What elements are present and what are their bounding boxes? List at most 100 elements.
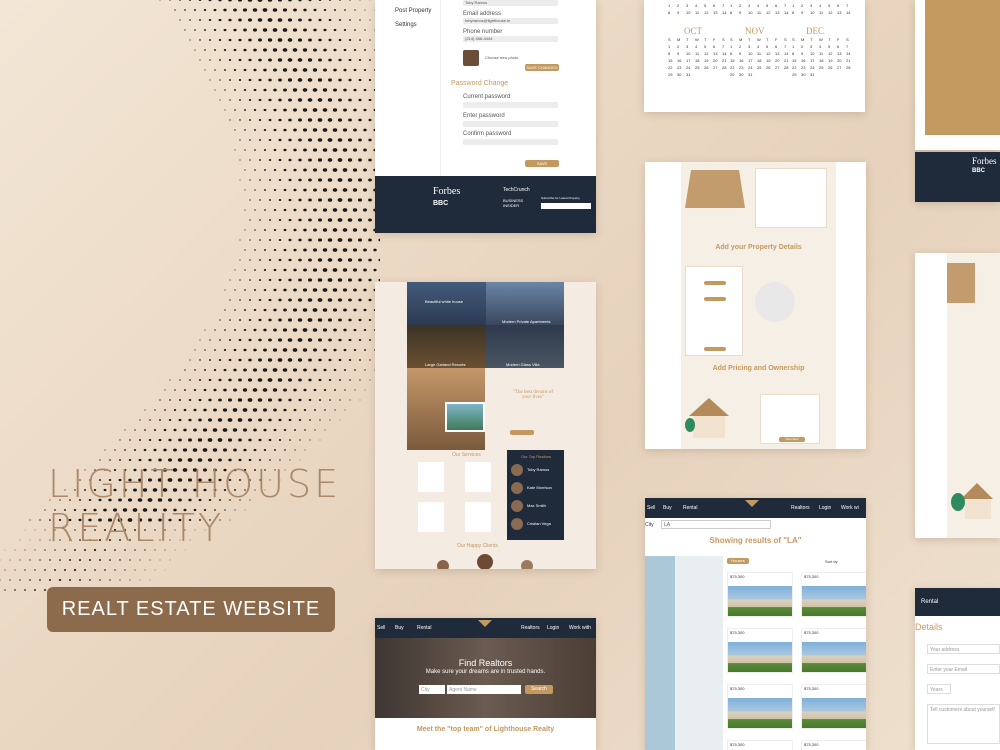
nav-work-with[interactable]: Work with — [569, 625, 591, 631]
next-step-button[interactable]: Next Step — [779, 437, 805, 442]
calendar-day[interactable]: 21 — [722, 58, 729, 63]
calendar-day[interactable]: 5 — [704, 44, 711, 49]
calendar-day[interactable]: 10 — [686, 10, 693, 15]
calendar-day[interactable]: 10 — [686, 51, 693, 56]
calendar-day[interactable] — [757, 72, 764, 77]
calendar-day[interactable]: 8 — [730, 10, 737, 15]
calendar-day[interactable]: 14 — [722, 10, 729, 15]
calendar-day[interactable]: 6 — [775, 3, 782, 8]
calendar-day[interactable]: 29 — [730, 72, 737, 77]
calendar-day[interactable] — [819, 72, 826, 77]
tile-white-house[interactable]: Beautiful white house — [407, 282, 486, 325]
calendar-day[interactable]: 26 — [704, 65, 711, 70]
calendar-day[interactable]: 18 — [695, 58, 702, 63]
calendar-day[interactable]: 8 — [792, 51, 799, 56]
calendar-day[interactable]: 10 — [748, 51, 755, 56]
enter-password-field[interactable] — [463, 121, 558, 127]
calendar-day[interactable] — [713, 72, 720, 77]
calendar-day[interactable]: 4 — [695, 3, 702, 8]
calendar-day[interactable]: 4 — [757, 44, 764, 49]
sidebar-item-settings[interactable]: Settings — [395, 22, 417, 28]
calendar-day[interactable] — [766, 72, 773, 77]
calendar-day[interactable]: 2 — [739, 3, 746, 8]
calendar-day[interactable]: 19 — [766, 58, 773, 63]
calendar-day[interactable]: 7 — [784, 44, 791, 49]
calendar-day[interactable]: 1 — [668, 44, 675, 49]
calendar-day[interactable]: 20 — [775, 58, 782, 63]
service-card[interactable] — [418, 502, 444, 532]
calendar-day[interactable]: 28 — [722, 65, 729, 70]
calendar-day[interactable]: 29 — [668, 72, 675, 77]
calendar-day[interactable]: 11 — [819, 10, 826, 15]
property-card[interactable]: $75,300 — [727, 684, 793, 729]
calendar-day[interactable]: 3 — [810, 3, 817, 8]
calendar-day[interactable]: 17 — [686, 58, 693, 63]
calendar-day[interactable]: 12 — [828, 51, 835, 56]
address-input[interactable]: Your address — [927, 644, 1000, 654]
calendar-day[interactable]: 13 — [837, 51, 844, 56]
calendar-day[interactable]: 5 — [766, 3, 773, 8]
email-input[interactable]: Enter your Email — [927, 664, 1000, 674]
nav-login[interactable]: Login — [547, 625, 559, 631]
realtor-row[interactable]: Cristian Vega — [511, 518, 561, 532]
calendar-day[interactable]: 15 — [730, 58, 737, 63]
calendar-day[interactable]: 12 — [828, 10, 835, 15]
calendar-day[interactable]: 8 — [792, 10, 799, 15]
calendar-day[interactable]: 28 — [784, 65, 791, 70]
property-card[interactable]: $75,300 — [727, 740, 793, 750]
calendar-day[interactable]: 10 — [748, 10, 755, 15]
calendar-day[interactable] — [695, 72, 702, 77]
calendar-day[interactable]: 31 — [686, 72, 693, 77]
calendar-day[interactable]: 13 — [713, 10, 720, 15]
calendar-day[interactable]: 8 — [668, 10, 675, 15]
calendar-day[interactable]: 6 — [713, 3, 720, 8]
calendar-day[interactable]: 23 — [801, 65, 808, 70]
calendar-day[interactable]: 16 — [801, 58, 808, 63]
calendar-day[interactable] — [775, 72, 782, 77]
calendar-day[interactable]: 28 — [846, 65, 853, 70]
sort-by[interactable]: Sort by — [825, 559, 838, 564]
nav-realtors[interactable]: Realtors — [791, 505, 810, 511]
property-card[interactable]: $75,300 — [801, 740, 866, 750]
calendar-day[interactable]: 21 — [784, 58, 791, 63]
calendar-day[interactable]: 11 — [757, 51, 764, 56]
calendar-day[interactable]: 24 — [810, 65, 817, 70]
nav-realtors[interactable]: Realtors — [521, 625, 540, 631]
subscribe-input[interactable] — [541, 203, 591, 209]
calendar-day[interactable]: 17 — [748, 58, 755, 63]
calendar-day[interactable]: 6 — [713, 44, 720, 49]
choose-photo-link[interactable]: Choose new photo — [485, 55, 518, 60]
calendar-day[interactable]: 19 — [828, 58, 835, 63]
calendar-day[interactable]: 13 — [837, 10, 844, 15]
calendar-day[interactable]: 18 — [757, 58, 764, 63]
calendar-day[interactable]: 3 — [748, 3, 755, 8]
calendar-day[interactable]: 16 — [739, 58, 746, 63]
calendar-day[interactable]: 1 — [730, 44, 737, 49]
name-field[interactable]: Toby Ramos — [463, 0, 558, 6]
property-card[interactable]: $75,300 — [801, 628, 866, 673]
calendar-day[interactable]: 7 — [846, 44, 853, 49]
calendar-day[interactable]: 3 — [748, 44, 755, 49]
about-textarea[interactable]: Tell customers about yourself — [927, 704, 1000, 744]
calendar-day[interactable]: 3 — [686, 3, 693, 8]
calendar-day[interactable]: 11 — [695, 51, 702, 56]
calendar-day[interactable]: 9 — [801, 10, 808, 15]
property-card[interactable]: $75,300 — [727, 628, 793, 673]
calendar-day[interactable]: 27 — [775, 65, 782, 70]
calendar-day[interactable]: 23 — [739, 65, 746, 70]
calendar-day[interactable]: 5 — [766, 44, 773, 49]
calendar-day[interactable]: 9 — [801, 51, 808, 56]
calendar-day[interactable]: 25 — [757, 65, 764, 70]
lighthouse-logo-icon[interactable] — [478, 620, 492, 627]
calendar-day[interactable]: 22 — [792, 65, 799, 70]
calendar-day[interactable]: 14 — [722, 51, 729, 56]
calendar-day[interactable]: 4 — [819, 44, 826, 49]
calendar-day[interactable]: 20 — [837, 58, 844, 63]
calendar-day[interactable]: 5 — [704, 3, 711, 8]
tile-private-apartments[interactable]: Modern Private Apartments — [486, 282, 564, 325]
nav-rental[interactable]: Rental — [417, 625, 431, 631]
calendar-day[interactable]: 1 — [792, 3, 799, 8]
calendar-day[interactable]: 20 — [713, 58, 720, 63]
calendar-day[interactable]: 14 — [784, 51, 791, 56]
search-button[interactable]: Search — [525, 685, 553, 694]
